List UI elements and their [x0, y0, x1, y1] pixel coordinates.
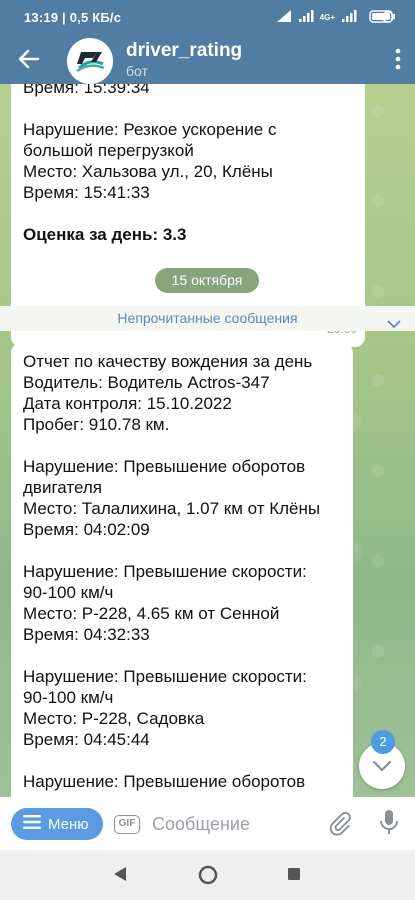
nav-recents-icon[interactable] [287, 867, 301, 886]
menu-icon [23, 815, 41, 833]
unread-messages-bar: Непрочитанные сообщения [0, 306, 415, 331]
daily-rating: Оценка за день: 3.3 [23, 225, 187, 244]
message-line: Нарушение: Превышение скорости: [23, 667, 307, 686]
message-line: Нарушение: Резкое ускорение с [23, 120, 277, 139]
nav-home-icon[interactable] [198, 865, 218, 890]
status-time: 13:19 | 0,5 КБ/с [24, 10, 122, 25]
message-input[interactable] [152, 813, 317, 835]
message-line: Нарушение: Превышение скорости: [23, 562, 307, 581]
message-line: Дата контроля: 15.10.2022 [23, 394, 232, 413]
unread-label: Непрочитанные сообщения [117, 310, 298, 326]
message-line: Время: 15:41:33 [23, 183, 150, 202]
message-line [23, 98, 353, 119]
unread-count-badge: 2 [371, 730, 395, 754]
message-line [23, 750, 341, 771]
system-nav-bar [0, 850, 415, 900]
date-separator: 15 октября [155, 268, 259, 293]
message-line: двигателя [23, 478, 102, 497]
gif-button[interactable]: GIF [114, 815, 140, 834]
message-line: 90-100 км/ч [23, 688, 114, 707]
menu-label: Меню [48, 815, 89, 833]
signal-icon-2 [298, 9, 314, 26]
message-line: Нарушение: Превышение оборотов [23, 772, 306, 791]
message-line: Время: 15:39:34 [23, 84, 150, 97]
message-line: Нарушение: Превышение оборотов [23, 457, 306, 476]
chevron-down-icon [387, 312, 401, 329]
message-line: Место: Талалихина, 1.07 км от Клёны [23, 499, 321, 518]
message-line: Место: Р-228, 4.65 км от Сенной [23, 604, 280, 623]
status-bar: 13:19 | 0,5 КБ/с 4G+ [0, 0, 415, 34]
more-vertical-icon[interactable] [395, 48, 401, 70]
message-line [23, 435, 341, 456]
message-line [23, 645, 341, 666]
network-label: 4G+ [319, 13, 335, 22]
message-line: Отчет по качеству вождения за день [23, 352, 313, 371]
chat-area[interactable]: Время: 15:39:34 Нарушение: Резкое ускоре… [0, 84, 415, 797]
input-bar: Меню GIF [0, 797, 415, 850]
paperclip-icon[interactable] [327, 810, 353, 836]
message-line [23, 203, 353, 224]
message-line: 90-100 км/ч [23, 583, 114, 602]
chat-header: driver_rating бот [0, 34, 415, 84]
chat-subtitle: бот [126, 63, 148, 79]
message-line: Пробег: 910.78 км. [23, 415, 170, 434]
avatar[interactable] [67, 38, 113, 84]
menu-button[interactable]: Меню [11, 808, 103, 840]
nav-back-icon[interactable] [113, 866, 127, 887]
message-line: Время: 04:45:44 [23, 730, 150, 749]
signal-icon-3 [341, 9, 357, 26]
status-right-icons: 4G+ [276, 9, 395, 26]
message-bubble[interactable]: Отчет по качеству вождения за день Водит… [11, 343, 353, 797]
arrow-left-icon[interactable] [16, 46, 42, 72]
message-line: Место: Хальзова ул., 20, Клёны [23, 162, 273, 181]
message-line: Время: 04:02:09 [23, 520, 150, 539]
battery-icon [369, 9, 395, 26]
message-line: большой перегрузкой [23, 141, 194, 160]
message-line: Водитель: Водитель Actros-347 [23, 373, 270, 392]
message-line [23, 540, 341, 561]
microphone-icon[interactable] [378, 808, 400, 838]
signal-icon [276, 9, 292, 26]
message-line: Время: 04:32:33 [23, 625, 150, 644]
chat-title[interactable]: driver_rating [126, 40, 242, 62]
message-line: Место: Р-228, Садовка [23, 709, 205, 728]
